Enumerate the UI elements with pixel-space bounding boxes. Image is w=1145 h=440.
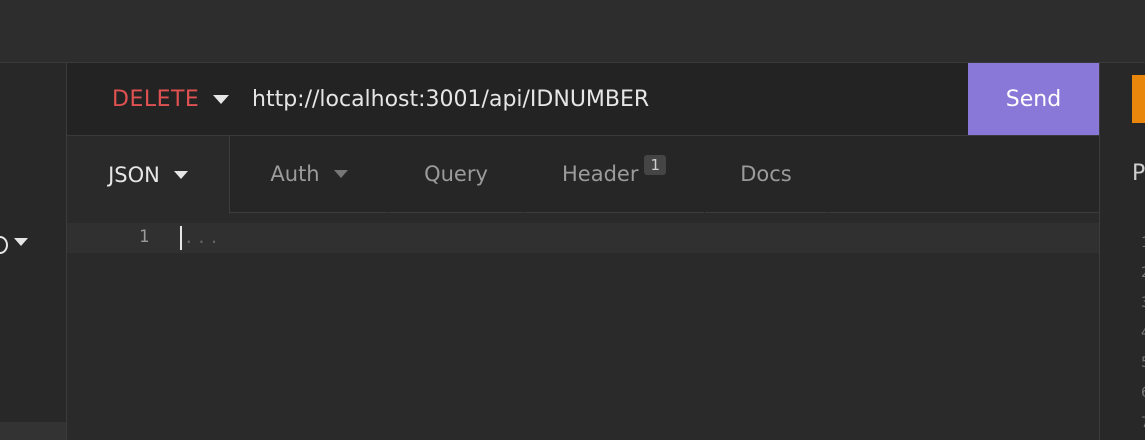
- tab-auth[interactable]: Auth: [230, 136, 388, 213]
- tab-label: Query: [424, 162, 488, 186]
- response-line-number: 1: [1141, 228, 1145, 258]
- line-number: 1: [139, 227, 150, 247]
- text-cursor: [180, 226, 182, 250]
- send-button[interactable]: Send: [968, 63, 1099, 135]
- response-line-number: 2: [1141, 258, 1145, 288]
- chevron-down-icon[interactable]: [14, 238, 28, 246]
- request-url-bar: DELETE Send: [67, 63, 1099, 136]
- url-input[interactable]: [252, 87, 952, 112]
- response-line-numbers: 1 2 3 4 5 6 7: [1141, 228, 1145, 438]
- method-dropdown[interactable]: DELETE: [112, 87, 230, 112]
- sidebar-footer: [0, 422, 66, 440]
- response-panel-title: P: [1132, 161, 1145, 186]
- method-label: DELETE: [112, 87, 200, 112]
- tab-label: JSON: [108, 163, 160, 187]
- title-bar: [0, 0, 1145, 63]
- tab-label: Docs: [740, 162, 792, 186]
- response-line-number: 5: [1141, 348, 1145, 378]
- tab-bar-filler: [828, 136, 1099, 213]
- chevron-down-icon: [213, 95, 230, 104]
- response-line-number: 6: [1141, 378, 1145, 408]
- tab-label: Auth: [270, 162, 320, 186]
- response-line-number: 7: [1141, 408, 1145, 438]
- response-line-number: 3: [1141, 288, 1145, 318]
- editor-placeholder: ...: [184, 228, 222, 247]
- environment-icon[interactable]: [0, 236, 8, 254]
- chevron-down-icon: [333, 170, 348, 178]
- left-sidebar: [0, 63, 67, 440]
- tab-body-json[interactable]: JSON: [67, 136, 230, 214]
- chevron-down-icon: [173, 171, 188, 179]
- tab-label: Header: [561, 162, 639, 186]
- request-tabs: JSON Auth Query Header 1 Docs: [67, 136, 1099, 214]
- response-line-number: 4: [1141, 318, 1145, 348]
- response-panel: P 1 2 3 4 5 6 7: [1099, 63, 1145, 440]
- tab-header[interactable]: Header 1: [524, 136, 704, 213]
- header-count-badge: 1: [644, 155, 666, 175]
- tab-query[interactable]: Query: [389, 136, 523, 213]
- status-indicator: [1132, 75, 1145, 123]
- body-editor[interactable]: 1 ...: [67, 214, 1099, 440]
- tab-docs[interactable]: Docs: [705, 136, 827, 213]
